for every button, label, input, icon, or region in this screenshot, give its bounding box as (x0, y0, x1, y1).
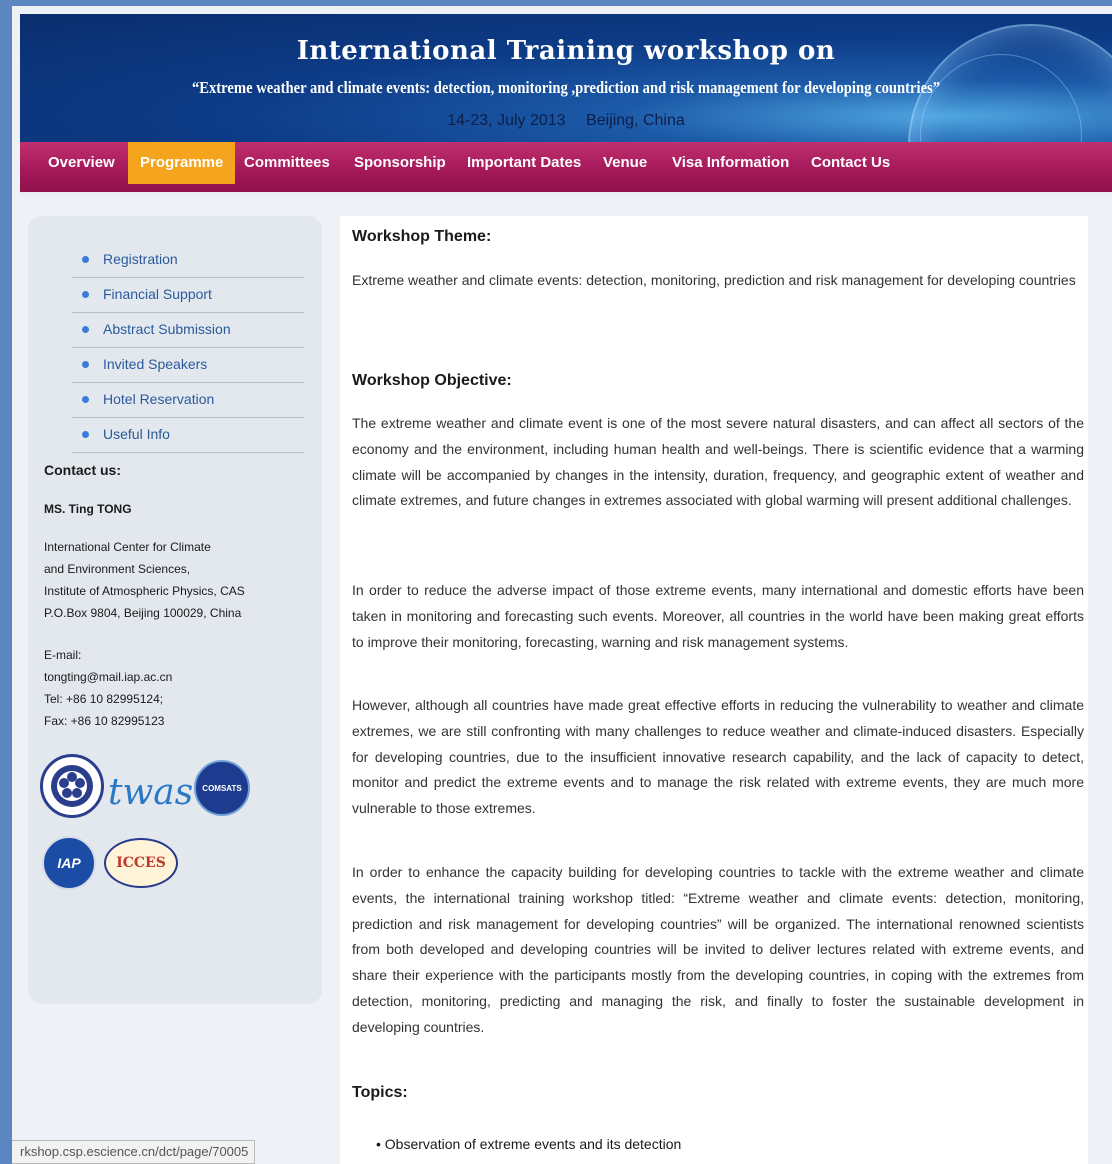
banner-dates: 14-23, July 2013 (447, 112, 566, 129)
main-nav: Overview Programme Committees Sponsorshi… (20, 142, 1112, 192)
bullet-icon (82, 291, 89, 298)
nav-divider (20, 192, 1112, 196)
icces-logo[interactable]: ICCES (104, 838, 178, 888)
nav-programme[interactable]: Programme (128, 142, 236, 184)
address-line: Institute of Atmospheric Physics, CAS (44, 584, 245, 598)
fax-text: Fax: +86 10 82995123 (44, 714, 165, 728)
sidebar: Registration Financial Support Abstract … (28, 216, 322, 1004)
sidebar-item-label[interactable]: Useful Info (103, 426, 170, 442)
objective-paragraph-3: However, although all countries have mad… (352, 697, 1084, 817)
email-link[interactable]: tongting@mail.iap.ac.cn (44, 666, 172, 688)
address-line: P.O.Box 9804, Beijing 100029, China (44, 606, 242, 620)
sidebar-item-registration[interactable]: Registration (72, 244, 304, 278)
sidebar-item-label[interactable]: Invited Speakers (103, 356, 207, 372)
status-bar-url: rkshop.csp.escience.cn/dct/page/70005 (12, 1140, 256, 1164)
workshop-objective-heading: Workshop Objective: (352, 372, 512, 389)
workshop-theme-heading: Workshop Theme: (352, 228, 492, 245)
objective-paragraph-2: In order to reduce the adverse impact of… (352, 582, 1084, 650)
objective-paragraph-4: In order to enhance the capacity buildin… (352, 864, 1084, 1035)
iap-logo[interactable]: IAP (42, 836, 96, 890)
contact-address: International Center for Climate and Env… (44, 536, 245, 624)
banner-subtitle: “Extreme weather and climate events: det… (191, 78, 941, 97)
comsats-logo[interactable]: COMSATS (194, 760, 250, 816)
topics-heading: Topics: (352, 1084, 408, 1101)
banner-title: International Training workshop on (296, 36, 836, 66)
email-label: E-mail: (44, 648, 82, 662)
sidebar-menu: Registration Financial Support Abstract … (72, 244, 304, 454)
twas-logo[interactable]: twas (108, 772, 193, 813)
browser-frame: International Training workshop on “Extr… (0, 0, 1112, 1164)
nav-contact-us[interactable]: Contact Us (799, 142, 902, 184)
sidebar-item-label[interactable]: Financial Support (103, 286, 212, 302)
address-line: International Center for Climate (44, 540, 211, 554)
cas-logo[interactable] (40, 754, 104, 818)
nav-overview[interactable]: Overview (36, 142, 127, 184)
flower-emblem-icon (51, 765, 93, 807)
bullet-icon (82, 326, 89, 333)
bullet-icon (82, 361, 89, 368)
nav-visa-information[interactable]: Visa Information (660, 142, 801, 184)
bullet-icon: • (376, 1136, 385, 1152)
bullet-icon (82, 256, 89, 263)
contact-details: E-mail: tongting@mail.iap.ac.cn Tel: +86… (44, 644, 172, 732)
contact-heading: Contact us: (44, 462, 121, 478)
sidebar-item-invited-speakers[interactable]: Invited Speakers (72, 349, 304, 383)
banner-location: Beijing, China (586, 112, 685, 129)
sidebar-item-label[interactable]: Abstract Submission (103, 321, 231, 337)
sidebar-item-useful-info[interactable]: Useful Info (72, 419, 304, 453)
sidebar-item-financial-support[interactable]: Financial Support (72, 279, 304, 313)
sidebar-item-label[interactable]: Hotel Reservation (103, 391, 214, 407)
sidebar-item-abstract-submission[interactable]: Abstract Submission (72, 314, 304, 348)
sidebar-item-label[interactable]: Registration (103, 251, 178, 267)
bullet-icon (82, 396, 89, 403)
topic-item: • Observation of extreme events and its … (376, 1136, 681, 1152)
sidebar-item-hotel-reservation[interactable]: Hotel Reservation (72, 384, 304, 418)
page: International Training workshop on “Extr… (12, 6, 1112, 1164)
nav-important-dates[interactable]: Important Dates (455, 142, 593, 184)
header-banner: International Training workshop on “Extr… (20, 14, 1112, 142)
topic-label: Observation of extreme events and its de… (384, 1136, 682, 1152)
banner-date-line: 14-23, July 2013 Beijing, China (20, 112, 1112, 130)
workshop-theme-text: Extreme weather and climate events: dete… (352, 272, 1076, 288)
main-content: Workshop Theme: Extreme weather and clim… (340, 216, 1088, 1164)
nav-venue[interactable]: Venue (591, 142, 659, 184)
contact-name: MS. Ting TONG (44, 502, 132, 516)
tel-text: Tel: +86 10 82995124; (44, 692, 164, 706)
nav-committees[interactable]: Committees (232, 142, 342, 184)
objective-paragraph-1: The extreme weather and climate event is… (352, 415, 1084, 509)
bullet-icon (82, 431, 89, 438)
nav-sponsorship[interactable]: Sponsorship (342, 142, 458, 184)
address-line: and Environment Sciences, (44, 562, 191, 576)
